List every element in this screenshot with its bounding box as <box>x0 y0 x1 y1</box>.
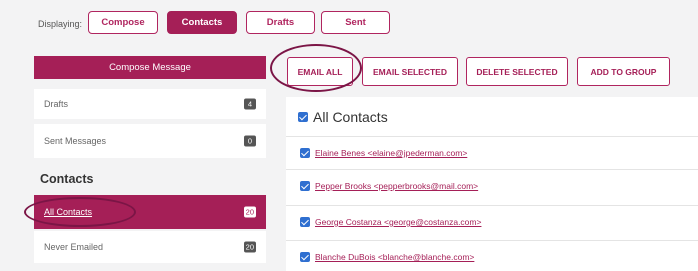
select-all-checkbox[interactable] <box>298 112 308 122</box>
tab-contacts[interactable]: Contacts <box>167 11 237 34</box>
displaying-label: Displaying: <box>38 19 83 29</box>
contact-link[interactable]: Pepper Brooks <pepperbrooks@mail.com> <box>315 181 478 191</box>
contact-link[interactable]: Elaine Benes <elaine@jpederman.com> <box>315 148 467 158</box>
sidebar-item-never-emailed[interactable]: Never Emailed 20 <box>34 231 266 263</box>
count-badge: 4 <box>244 98 256 110</box>
sidebar-item-label: Drafts <box>44 99 69 109</box>
tab-compose[interactable]: Compose <box>88 11 158 34</box>
email-all-button[interactable]: EMAIL ALL <box>287 57 353 86</box>
count-badge: 20 <box>243 241 256 253</box>
contact-row: Blanche DuBois <blanche@blanche.com> <box>286 240 698 271</box>
contacts-heading: Contacts <box>40 172 94 186</box>
add-to-group-button[interactable]: ADD TO GROUP <box>577 57 670 86</box>
contacts-panel-header: All Contacts <box>298 109 388 125</box>
sidebar-item-all-contacts[interactable]: All Contacts 20 <box>34 195 266 229</box>
contact-row: Elaine Benes <elaine@jpederman.com> <box>286 136 698 169</box>
sidebar-item-label: Never Emailed <box>44 242 104 252</box>
contact-row: George Costanza <george@costanza.com> <box>286 205 698 238</box>
delete-selected-button[interactable]: DELETE SELECTED <box>466 57 568 86</box>
contacts-panel: All Contacts Elaine Benes <elaine@jpeder… <box>286 97 698 271</box>
tab-sent[interactable]: Sent <box>321 11 390 34</box>
count-badge: 0 <box>244 135 256 147</box>
contact-checkbox[interactable] <box>300 181 310 191</box>
contact-row: Pepper Brooks <pepperbrooks@mail.com> <box>286 169 698 202</box>
contact-checkbox[interactable] <box>300 252 310 262</box>
sidebar-item-label: All Contacts <box>44 207 93 217</box>
count-badge: 20 <box>243 206 256 218</box>
contact-checkbox[interactable] <box>300 148 310 158</box>
contact-checkbox[interactable] <box>300 217 310 227</box>
tab-drafts[interactable]: Drafts <box>246 11 315 34</box>
sidebar-item-label: Sent Messages <box>44 136 107 146</box>
compose-message-button[interactable]: Compose Message <box>34 56 266 79</box>
sidebar-item-drafts[interactable]: Drafts 4 <box>34 89 266 119</box>
contacts-panel-title: All Contacts <box>313 109 388 125</box>
sidebar-item-sent-messages[interactable]: Sent Messages 0 <box>34 124 266 158</box>
contact-link[interactable]: Blanche DuBois <blanche@blanche.com> <box>315 252 474 262</box>
email-selected-button[interactable]: EMAIL SELECTED <box>362 57 458 86</box>
contact-link[interactable]: George Costanza <george@costanza.com> <box>315 217 481 227</box>
